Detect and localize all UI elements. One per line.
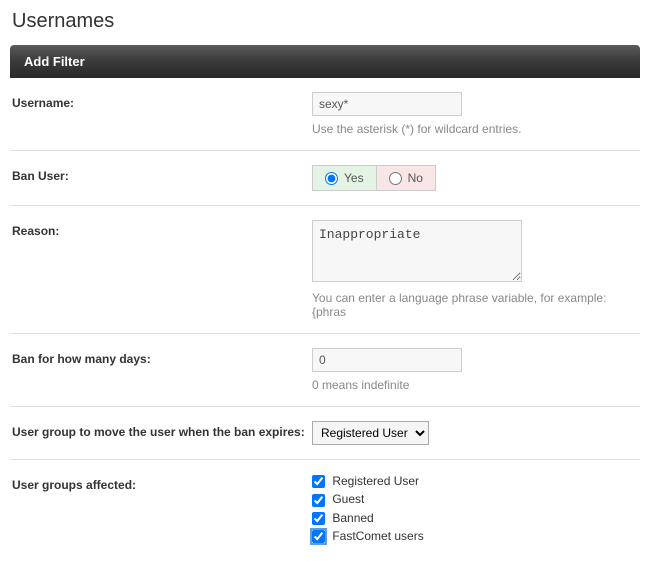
label-ban-days: Ban for how many days: — [12, 348, 312, 366]
label-user-group-move: User group to move the user when the ban… — [12, 421, 312, 439]
checkbox-label: Registered User — [332, 474, 419, 488]
filter-form: Username: Use the asterisk (*) for wildc… — [0, 78, 650, 561]
ban-user-radio-group: Yes No — [312, 165, 436, 191]
label-reason: Reason: — [12, 220, 312, 238]
row-ban-user: Ban User: Yes No — [10, 151, 640, 206]
reason-hint: You can enter a language phrase variable… — [312, 291, 640, 319]
page-title: Usernames — [0, 0, 650, 45]
ban-user-yes-label: Yes — [344, 171, 364, 185]
ban-user-yes-option[interactable]: Yes — [313, 166, 377, 190]
ban-user-yes-radio[interactable] — [325, 172, 338, 185]
label-ban-user: Ban User: — [12, 165, 312, 183]
username-input[interactable] — [312, 92, 462, 116]
ban-user-no-option[interactable]: No — [377, 166, 435, 190]
checkbox-guest[interactable] — [312, 494, 325, 507]
checkbox-item[interactable]: Guest — [312, 492, 640, 506]
checkbox-item[interactable]: FastComet users — [312, 529, 640, 543]
reason-textarea[interactable] — [312, 220, 522, 282]
label-username: Username: — [12, 92, 312, 110]
checkbox-banned[interactable] — [312, 512, 325, 525]
checkbox-registered-user[interactable] — [312, 475, 325, 488]
checkbox-item[interactable]: Registered User — [312, 474, 640, 488]
row-user-group-move: User group to move the user when the ban… — [10, 407, 640, 460]
checkbox-fastcomet-users[interactable] — [312, 530, 325, 543]
row-ban-days: Ban for how many days: 0 means indefinit… — [10, 334, 640, 407]
user-group-move-select[interactable]: Registered User — [312, 421, 429, 445]
ban-user-no-label: No — [408, 171, 423, 185]
user-groups-checkbox-list: Registered User Guest Banned FastComet u… — [312, 474, 640, 543]
row-username: Username: Use the asterisk (*) for wildc… — [10, 78, 640, 151]
label-user-groups-affected: User groups affected: — [12, 474, 312, 492]
checkbox-label: FastComet users — [332, 529, 423, 543]
ban-days-hint: 0 means indefinite — [312, 378, 640, 392]
add-filter-header: Add Filter — [10, 45, 640, 78]
checkbox-label: Guest — [332, 492, 364, 506]
row-user-groups-affected: User groups affected: Registered User Gu… — [10, 460, 640, 561]
row-reason: Reason: You can enter a language phrase … — [10, 206, 640, 334]
ban-user-no-radio[interactable] — [389, 172, 402, 185]
username-hint: Use the asterisk (*) for wildcard entrie… — [312, 122, 640, 136]
ban-days-input[interactable] — [312, 348, 462, 372]
